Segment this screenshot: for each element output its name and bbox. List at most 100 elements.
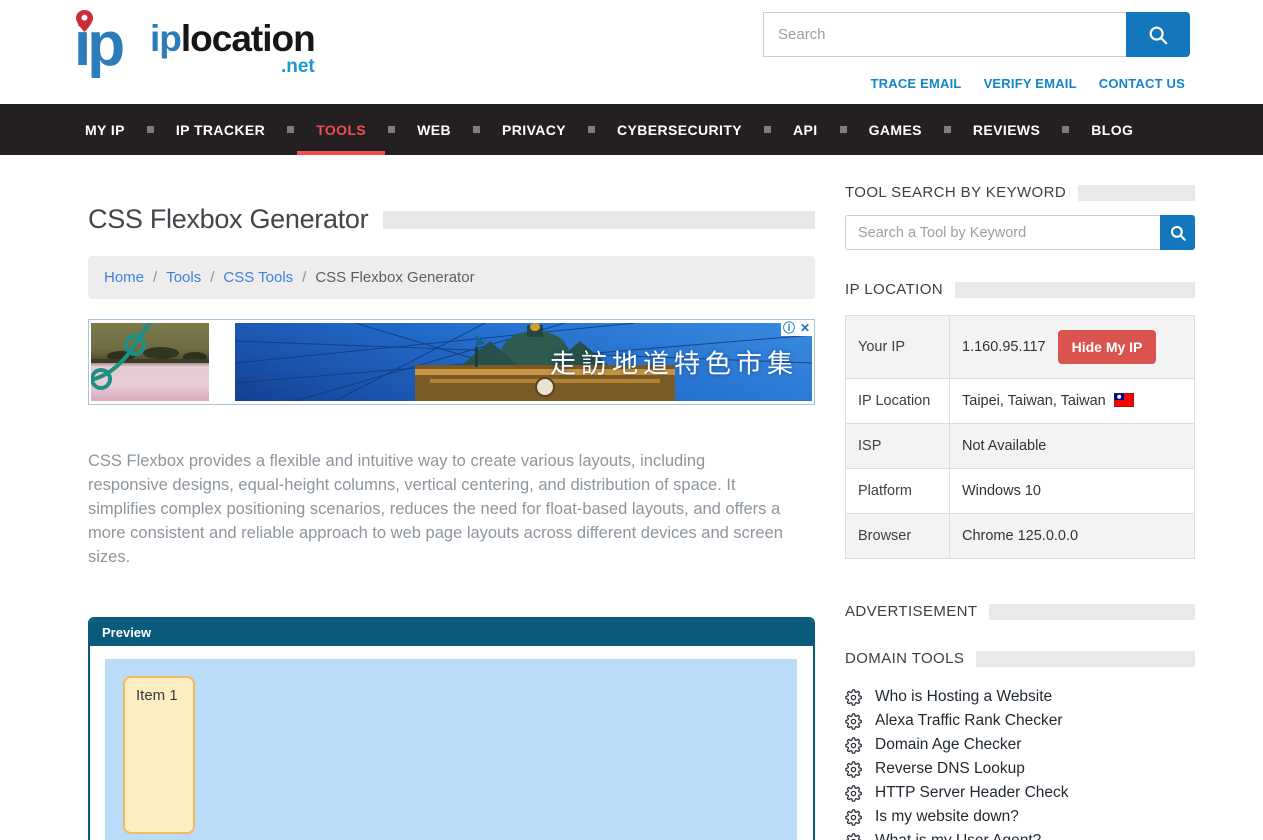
nav-separator <box>1062 126 1069 133</box>
ad-image-landscape <box>91 323 209 401</box>
row-value: Windows 10 <box>950 469 1195 514</box>
ad-info-icon[interactable]: ⓘ <box>781 321 797 336</box>
main-content: CSS Flexbox Generator Home / Tools / CSS… <box>88 155 815 840</box>
row-label: Browser <box>846 514 950 559</box>
tool-search-heading: TOOL SEARCH BY KEYWORD <box>845 184 1195 201</box>
nav-item-reviews[interactable]: REVIEWS <box>960 104 1053 155</box>
hide-my-ip-button[interactable]: Hide My IP <box>1058 330 1157 364</box>
sidebar: TOOL SEARCH BY KEYWORD IP LOCATION Your … <box>845 155 1195 840</box>
table-row: Your IP 1.160.95.117 Hide My IP <box>846 316 1195 379</box>
nav-item-games[interactable]: GAMES <box>856 104 935 155</box>
gear-icon <box>845 833 862 840</box>
main-nav: MY IP IP TRACKER TOOLS WEB PRIVACY CYBER… <box>0 104 1263 155</box>
header-links: TRACE EMAIL VERIFY EMAIL CONTACT US <box>871 76 1185 91</box>
nav-item-my-ip[interactable]: MY IP <box>85 104 138 155</box>
gear-icon <box>845 809 862 826</box>
row-label: Platform <box>846 469 950 514</box>
preview-panel-body: Item 1 <box>90 646 813 840</box>
breadcrumb-css-tools[interactable]: CSS Tools <box>223 269 293 286</box>
list-item-alexa-rank[interactable]: Alexa Traffic Rank Checker <box>845 712 1195 730</box>
nav-separator <box>473 126 480 133</box>
page-title: CSS Flexbox Generator <box>88 204 368 235</box>
nav-item-ip-tracker[interactable]: IP TRACKER <box>163 104 278 155</box>
breadcrumb-separator: / <box>210 269 214 286</box>
header-search <box>763 12 1190 57</box>
nav-separator <box>287 126 294 133</box>
row-label: Your IP <box>846 316 950 379</box>
your-ip-value: 1.160.95.117 <box>962 339 1046 355</box>
domain-tools-heading: DOMAIN TOOLS <box>845 650 1195 667</box>
breadcrumb-tools[interactable]: Tools <box>166 269 201 286</box>
header-search-input[interactable] <box>763 12 1126 57</box>
nav-item-blog[interactable]: BLOG <box>1078 104 1146 155</box>
flex-preview-item[interactable]: Item 1 <box>123 676 195 834</box>
breadcrumb-separator: / <box>302 269 306 286</box>
row-value: Taipei, Taiwan, Taiwan <box>950 379 1195 424</box>
nav-item-privacy[interactable]: PRIVACY <box>489 104 579 155</box>
breadcrumb-home[interactable]: Home <box>104 269 144 286</box>
ad-image-city: 走訪地道特色市集 <box>235 323 812 401</box>
nav-item-web[interactable]: WEB <box>404 104 464 155</box>
table-row: ISP Not Available <box>846 424 1195 469</box>
gear-icon <box>845 689 862 706</box>
list-item-user-agent[interactable]: What is my User Agent? <box>845 832 1195 840</box>
nav-separator <box>388 126 395 133</box>
breadcrumb-current: CSS Flexbox Generator <box>315 269 474 286</box>
breadcrumb: Home / Tools / CSS Tools / CSS Flexbox G… <box>88 256 815 299</box>
preview-panel-header: Preview <box>90 619 813 646</box>
ad-close-icon[interactable]: ✕ <box>797 321 813 336</box>
header-search-button[interactable] <box>1126 12 1190 57</box>
gear-icon <box>845 737 862 754</box>
ip-location-table: Your IP 1.160.95.117 Hide My IP IP Locat… <box>845 315 1195 559</box>
ip-location-heading: IP LOCATION <box>845 281 1195 298</box>
tool-description: CSS Flexbox provides a flexible and intu… <box>88 449 788 569</box>
row-label: IP Location <box>846 379 950 424</box>
row-value: Not Available <box>950 424 1195 469</box>
list-item-domain-age[interactable]: Domain Age Checker <box>845 736 1195 754</box>
list-item-reverse-dns[interactable]: Reverse DNS Lookup <box>845 760 1195 778</box>
nav-separator <box>840 126 847 133</box>
ad-banner[interactable]: 走訪地道特色市集 ⓘ ✕ <box>88 319 815 405</box>
tool-search-button[interactable] <box>1160 215 1195 250</box>
search-icon <box>1169 224 1187 242</box>
verify-email-link[interactable]: VERIFY EMAIL <box>984 76 1077 91</box>
logo-word-location: location <box>181 18 315 59</box>
preview-panel: Preview Item 1 <box>88 617 815 840</box>
row-value: 1.160.95.117 Hide My IP <box>950 316 1195 379</box>
logo-wordmark: iplocation .net <box>150 20 315 76</box>
tool-search-input[interactable] <box>845 215 1160 250</box>
logo[interactable]: ip iplocation .net <box>74 8 315 82</box>
site-header: ip iplocation .net TRACE EMAIL VERIFY EM… <box>0 0 1263 104</box>
heading-decorative-bar <box>955 282 1195 298</box>
search-icon <box>1147 24 1169 46</box>
trace-email-link[interactable]: TRACE EMAIL <box>871 76 962 91</box>
map-pin-icon <box>76 10 93 32</box>
ip-location-value: Taipei, Taiwan, Taiwan <box>962 393 1106 409</box>
logo-word-ip: ip <box>150 18 181 59</box>
nav-separator <box>764 126 771 133</box>
gear-icon <box>845 761 862 778</box>
heading-decorative-bar <box>1078 185 1195 201</box>
table-row: Platform Windows 10 <box>846 469 1195 514</box>
heading-decorative-bar <box>976 651 1195 667</box>
breadcrumb-separator: / <box>153 269 157 286</box>
contact-us-link[interactable]: CONTACT US <box>1099 76 1185 91</box>
title-decorative-bar <box>383 211 815 229</box>
list-item-website-down[interactable]: Is my website down? <box>845 808 1195 826</box>
nav-separator <box>147 126 154 133</box>
domain-tools-list: Who is Hosting a Website Alexa Traffic R… <box>845 688 1195 840</box>
nav-item-api[interactable]: API <box>780 104 831 155</box>
table-row: IP Location Taipei, Taiwan, Taiwan <box>846 379 1195 424</box>
nav-item-tools[interactable]: TOOLS <box>303 104 379 155</box>
nav-separator <box>588 126 595 133</box>
nav-item-cybersecurity[interactable]: CYBERSECURITY <box>604 104 755 155</box>
row-label: ISP <box>846 424 950 469</box>
ad-caption: 走訪地道特色市集 <box>550 344 798 381</box>
taiwan-flag-icon <box>1114 393 1134 407</box>
row-value: Chrome 125.0.0.0 <box>950 514 1195 559</box>
list-item-who-is-hosting[interactable]: Who is Hosting a Website <box>845 688 1195 706</box>
flex-preview-container: Item 1 <box>105 659 797 840</box>
logo-tld: .net <box>150 58 315 76</box>
advertisement-heading: ADVERTISEMENT <box>845 603 1195 620</box>
list-item-http-header[interactable]: HTTP Server Header Check <box>845 784 1195 802</box>
